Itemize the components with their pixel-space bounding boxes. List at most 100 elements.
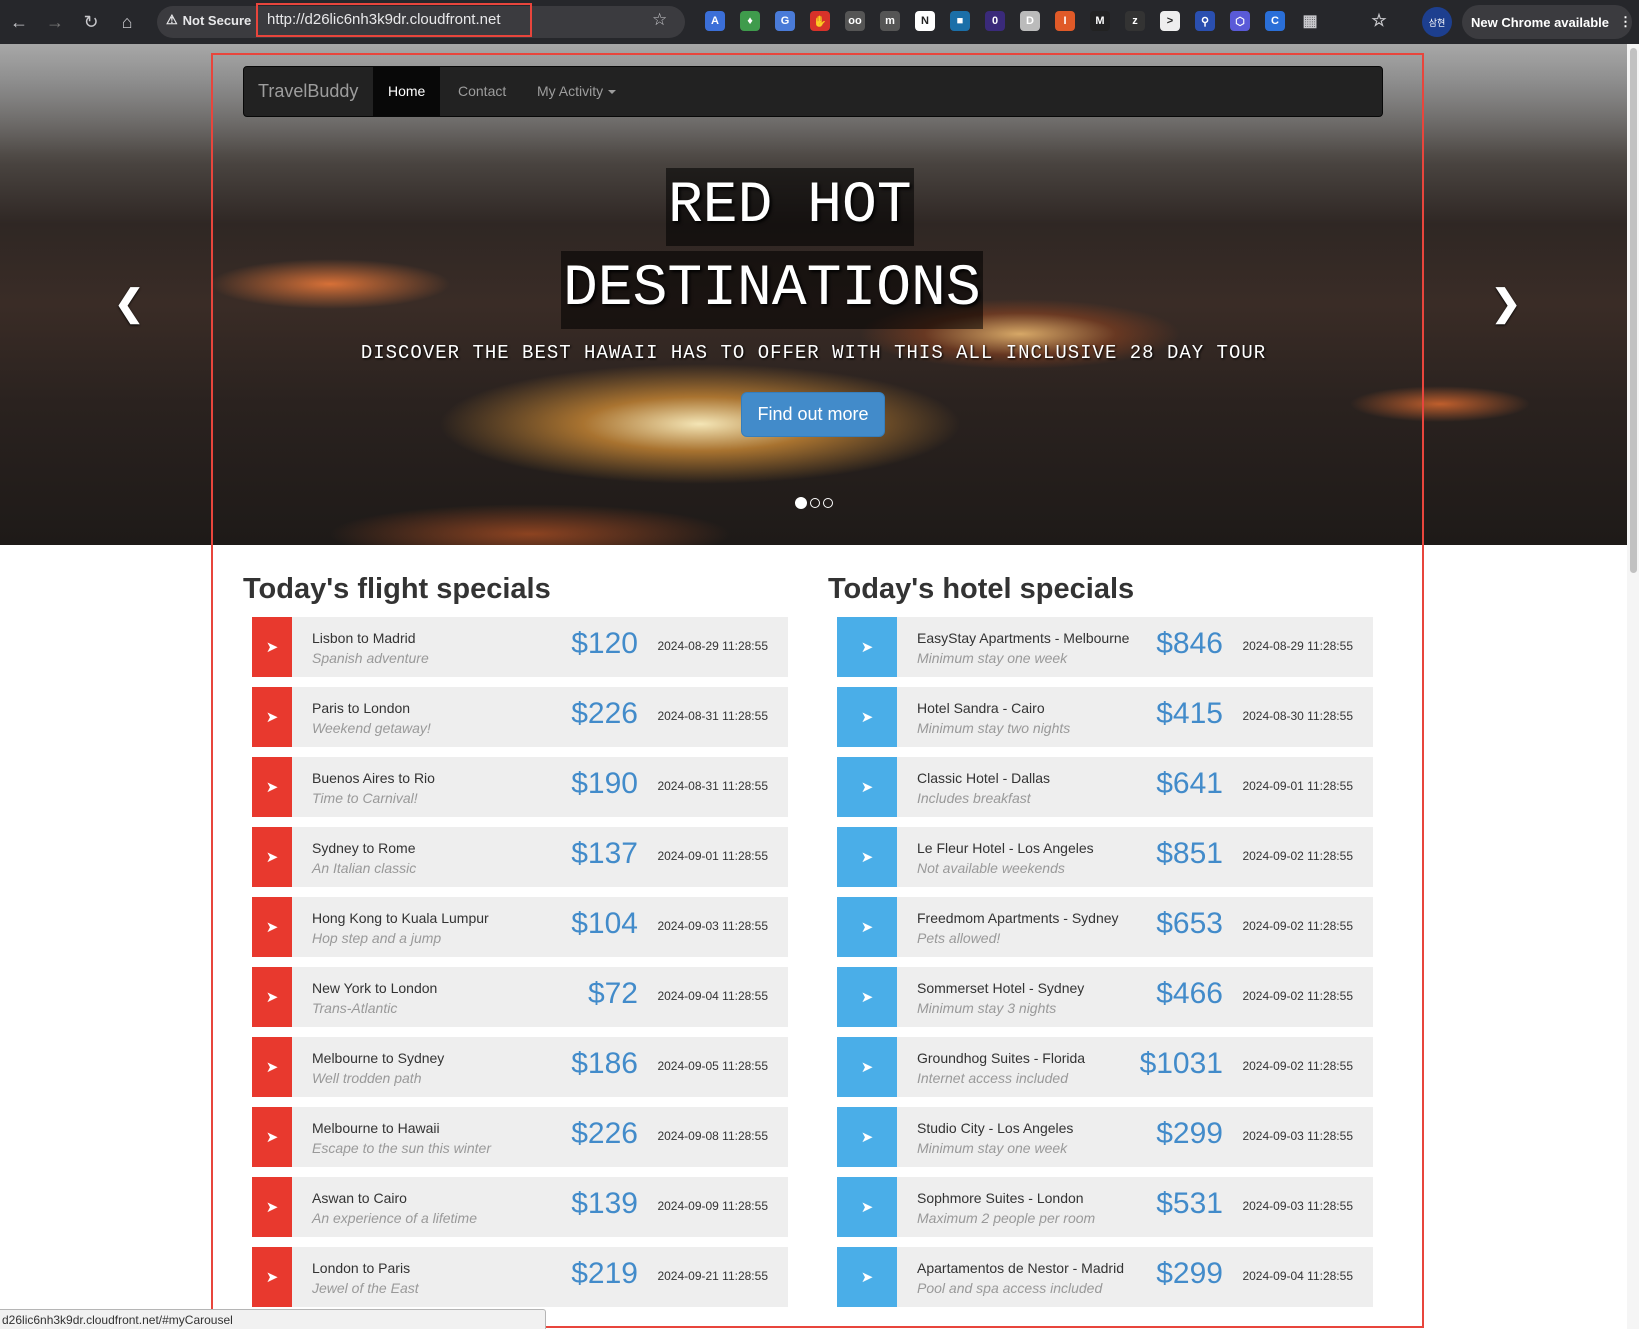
special-price: $531: [1156, 1187, 1223, 1220]
special-row[interactable]: ➤ Sommerset Hotel - Sydney Minimum stay 3 …: [837, 967, 1373, 1027]
special-row[interactable]: ➤ Buenos Aires to Rio Time to Carnival! $19…: [252, 757, 788, 817]
special-date: 2024-09-21 11:28:55: [657, 1269, 768, 1283]
nav-contact[interactable]: Contact: [443, 67, 521, 116]
special-price: $120: [571, 627, 638, 660]
special-description: Minimum stay one week: [917, 650, 1068, 666]
i-extension-icon[interactable]: I: [1055, 11, 1075, 31]
scroll-thumb[interactable]: [1630, 48, 1637, 573]
special-row[interactable]: ➤ London to Paris Jewel of the East $219 202…: [252, 1247, 788, 1307]
special-price: $219: [571, 1257, 638, 1290]
notion-extension-icon[interactable]: N: [915, 11, 935, 31]
plane-icon: ➤: [252, 827, 292, 887]
special-row[interactable]: ➤ Hong Kong to Kuala Lumpur Hop step and a…: [252, 897, 788, 957]
special-row[interactable]: ➤ Paris to London Weekend getaway! $226 2024…: [252, 687, 788, 747]
special-price: $137: [571, 837, 638, 870]
special-name: New York to London: [312, 980, 438, 996]
special-row[interactable]: ➤ Sophmore Suites - London Maximum 2 peopl…: [837, 1177, 1373, 1237]
special-row[interactable]: ➤ Classic Hotel - Dallas Includes breakfas…: [837, 757, 1373, 817]
security-indicator[interactable]: ⚠ Not Secure: [166, 12, 251, 28]
special-date: 2024-09-02 11:28:55: [1242, 1059, 1353, 1073]
hero-subtitle: DISCOVER THE BEST HAWAII HAS TO OFFER WI…: [360, 342, 1267, 364]
special-price: $190: [571, 767, 638, 800]
special-price: $851: [1156, 837, 1223, 870]
terminal-extension-icon[interactable]: >: [1160, 11, 1180, 31]
special-description: Hop step and a jump: [312, 930, 442, 946]
reading-list-icon[interactable]: ☆: [1369, 11, 1389, 31]
special-name: EasyStay Apartments - Melbourne: [917, 630, 1130, 646]
special-row[interactable]: ➤ Sydney to Rome An Italian classic $137 202…: [252, 827, 788, 887]
special-row[interactable]: ➤ Studio City - Los Angeles Minimum stay o…: [837, 1107, 1373, 1167]
special-name: Apartamentos de Nestor - Madrid: [917, 1260, 1124, 1276]
special-date: 2024-09-02 11:28:55: [1242, 989, 1353, 1003]
special-row[interactable]: ➤ Groundhog Suites - Florida Internet acce…: [837, 1037, 1373, 1097]
special-row[interactable]: ➤ Apartamentos de Nestor - Madrid Pool and…: [837, 1247, 1373, 1307]
home-icon[interactable]: ⌂: [110, 5, 144, 39]
special-name: Aswan to Cairo: [312, 1190, 407, 1206]
cube-extension-icon[interactable]: ■: [950, 11, 970, 31]
carousel-indicator[interactable]: [823, 498, 833, 508]
oval-extension-icon[interactable]: 0: [985, 11, 1005, 31]
special-row[interactable]: ➤ New York to London Trans-Atlantic $72 2024…: [252, 967, 788, 1027]
special-price: $299: [1156, 1117, 1223, 1150]
hotel-specials-title: Today's hotel specials: [828, 573, 1135, 605]
special-description: Jewel of the East: [312, 1280, 419, 1296]
special-date: 2024-09-02 11:28:55: [1242, 919, 1353, 933]
special-price: $466: [1156, 977, 1223, 1010]
c-extension-icon[interactable]: C: [1265, 11, 1285, 31]
url-field[interactable]: http://d26lic6nh3k9dr.cloudfront.net: [256, 3, 532, 37]
special-price: $186: [571, 1047, 638, 1080]
carousel-indicator[interactable]: [795, 497, 807, 509]
search-extension-icon[interactable]: ⚲: [1195, 11, 1215, 31]
special-name: Groundhog Suites - Florida: [917, 1050, 1086, 1066]
d-extension-icon[interactable]: D: [1020, 11, 1040, 31]
special-row[interactable]: ➤ Hotel Sandra - Cairo Minimum stay two ni…: [837, 687, 1373, 747]
new-chrome-available-button[interactable]: New Chrome available ⋮: [1462, 5, 1632, 39]
google-translate-extension-icon[interactable]: G: [775, 11, 795, 31]
plane-icon: ➤: [837, 757, 897, 817]
special-date: 2024-08-31 11:28:55: [657, 709, 768, 723]
glasses-extension-icon[interactable]: oo: [845, 11, 865, 31]
special-name: Hotel Sandra - Cairo: [917, 700, 1045, 716]
nav-home[interactable]: Home: [373, 67, 441, 116]
carousel-prev-icon[interactable]: ❮: [114, 282, 144, 324]
plane-icon: ➤: [252, 1177, 292, 1237]
hexagon-extension-icon[interactable]: ⬡: [1230, 11, 1250, 31]
find-out-more-button[interactable]: Find out more: [741, 392, 885, 437]
nav-my-activity[interactable]: My Activity: [522, 67, 631, 116]
z-extension-icon[interactable]: z: [1125, 11, 1145, 31]
nav-my-activity-label: My Activity: [537, 83, 604, 99]
special-date: 2024-09-05 11:28:55: [657, 1059, 768, 1073]
special-row[interactable]: ➤ Melbourne to Sydney Well trodden path $18…: [252, 1037, 788, 1097]
site-navbar: TravelBuddy Home Contact My Activity: [243, 66, 1383, 117]
special-row[interactable]: ➤ EasyStay Apartments - Melbourne Minimum …: [837, 617, 1373, 677]
translate-extension-icon[interactable]: A: [705, 11, 725, 31]
page-scrollbar[interactable]: [1627, 44, 1639, 1329]
caret-down-icon: [608, 90, 617, 95]
reload-icon[interactable]: ↻: [74, 5, 108, 39]
special-row[interactable]: ➤ Aswan to Cairo An experience of a lifeti…: [252, 1177, 788, 1237]
flight-specials-title: Today's flight specials: [243, 573, 551, 605]
puzzle-icon[interactable]: ▦: [1300, 11, 1320, 31]
hero-title-line2: DESTINATIONS: [561, 251, 983, 329]
special-row[interactable]: ➤ Freedmom Apartments - Sydney Pets allowe…: [837, 897, 1373, 957]
special-description: Maximum 2 people per room: [917, 1210, 1096, 1226]
forward-icon[interactable]: →: [38, 5, 72, 39]
kebab-menu-icon: ⋮: [1619, 14, 1632, 29]
carousel-indicator[interactable]: [810, 498, 820, 508]
italic-extension-icon[interactable]: m: [880, 11, 900, 31]
special-row[interactable]: ➤ Lisbon to Madrid Spanish adventure $120 20…: [252, 617, 788, 677]
special-name: Paris to London: [312, 700, 411, 716]
back-icon[interactable]: ←: [2, 5, 36, 39]
special-description: Minimum stay 3 nights: [917, 1000, 1057, 1016]
markdown-extension-icon[interactable]: M: [1090, 11, 1110, 31]
special-row[interactable]: ➤ Le Fleur Hotel - Los Angeles Not availab…: [837, 827, 1373, 887]
profile-avatar[interactable]: 삼현: [1422, 7, 1452, 37]
bookmark-star-icon[interactable]: ☆: [652, 10, 667, 30]
brand-link[interactable]: TravelBuddy: [258, 67, 358, 116]
special-date: 2024-08-31 11:28:55: [657, 779, 768, 793]
warning-icon: ⚠: [166, 12, 178, 27]
carousel-next-icon[interactable]: ❯: [1491, 282, 1521, 324]
evernote-extension-icon[interactable]: ♦: [740, 11, 760, 31]
special-row[interactable]: ➤ Melbourne to Hawaii Escape to the sun th…: [252, 1107, 788, 1167]
hand-extension-icon[interactable]: ✋: [810, 11, 830, 31]
